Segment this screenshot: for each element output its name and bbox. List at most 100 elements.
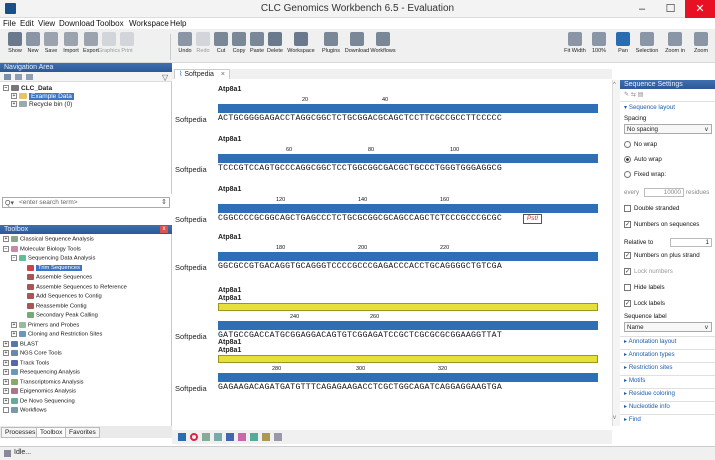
expand-icon[interactable]: + [3, 369, 9, 375]
new-folder-icon[interactable] [4, 74, 11, 80]
print-button[interactable]: Print [114, 31, 140, 61]
toolbox-item-assemble-sequences[interactable]: Assemble Sequences [27, 274, 92, 281]
annotation-bar[interactable] [218, 303, 598, 311]
selection-button[interactable]: Selection [634, 31, 660, 61]
section-find[interactable]: ▸ Find [624, 416, 641, 423]
expand-icon[interactable]: + [3, 388, 9, 394]
menu-download[interactable]: Download [59, 19, 95, 28]
delete-button[interactable]: Delete [262, 31, 288, 61]
tab-softpedia[interactable]: ⌇ Softpedia × [174, 69, 231, 79]
workspace-button[interactable]: Workspace [287, 31, 315, 61]
collapse-icon[interactable]: − [3, 245, 9, 252]
sequence-view[interactable]: Atp8a1 20 40 Softpedia ACTGCGGGGAGACCTAGGCGG… [172, 80, 612, 426]
annotation-label[interactable]: Atp8a1 [218, 234, 241, 241]
fixed-wrap-input[interactable]: 10000 [644, 188, 684, 197]
editor-scrollbar[interactable]: ^ v [612, 80, 620, 426]
minimize-button[interactable]: – [628, 0, 656, 18]
toolbox-item-workflows[interactable]: Workflows [3, 407, 47, 414]
collapse-icon[interactable]: − [3, 85, 9, 92]
100--button[interactable]: 100% [586, 31, 612, 61]
search-input[interactable]: Q▾ <enter search term> ⇕ [2, 197, 170, 208]
section-nucleotide-info[interactable]: ▸ Nucleotide info [624, 403, 670, 410]
checkbox-icon[interactable]: ✓ [624, 300, 631, 307]
checkbox-icon[interactable]: ✓ [624, 252, 631, 259]
menu-help[interactable]: Help [170, 19, 186, 28]
annotation-label[interactable]: Atp8a1 [218, 186, 241, 193]
expand-icon[interactable]: + [3, 236, 9, 242]
radio-icon[interactable] [624, 171, 631, 178]
toolbox-item-molecular-biology-tools[interactable]: − Molecular Biology Tools [3, 245, 81, 252]
sequence-label-select[interactable]: Name v [624, 322, 712, 332]
text-view-icon[interactable] [214, 433, 222, 441]
section-annotation-types[interactable]: ▸ Annotation types [624, 351, 675, 358]
checkbox-hide-labels[interactable]: Hide labels [624, 284, 665, 291]
expand-icon[interactable]: + [11, 331, 17, 337]
checkbox-double-stranded[interactable]: Double stranded [624, 205, 679, 212]
settings-toolbar-icons[interactable]: ✎ ⇆ ▤ [624, 91, 644, 98]
expand-icon[interactable]: + [3, 350, 9, 356]
annotation-label[interactable]: Atp8a1 [218, 86, 241, 93]
toolbox-item-secondary-peak-calling[interactable]: Secondary Peak Calling [27, 312, 98, 319]
expand-icon[interactable]: + [3, 397, 9, 404]
tab-favorites[interactable]: Favorites [65, 427, 100, 438]
section-restriction-sites[interactable]: ▸ Restriction sites [624, 364, 673, 371]
scroll-down-icon[interactable]: v [613, 415, 616, 421]
fit-width-button[interactable]: Fit Width [562, 31, 588, 61]
sequence-residues[interactable]: GGCGCCGTGACAGGTGCAGGGTCCCCGCCCGAGACCCACC… [218, 262, 502, 271]
zoom-button[interactable]: Zoom [688, 31, 714, 61]
circular-view-icon[interactable] [190, 433, 198, 441]
annotation-label[interactable]: Atp8a1 [218, 347, 241, 354]
annotation-label[interactable]: Atp8a1 [218, 287, 241, 294]
checkbox-icon[interactable] [624, 284, 631, 291]
annotation-label[interactable]: Atp8a1 [218, 295, 241, 302]
expand-icon[interactable]: + [3, 359, 9, 366]
toolbox-item-add-sequences-to-contig[interactable]: Add Sequences to Contig [27, 293, 102, 300]
menu-edit[interactable]: Edit [20, 19, 34, 28]
section-motifs[interactable]: ▸ Motifs [624, 377, 645, 384]
radio-icon[interactable] [624, 141, 631, 148]
toolbox-item-de-novo-sequencing[interactable]: + De Novo Sequencing [3, 397, 75, 404]
collapse-icon[interactable]: − [11, 255, 17, 261]
sequence-residues[interactable]: TCCCGTCCAGTGCCCAGGCGGCTCCTGGCGGCGACGCTGC… [218, 164, 502, 173]
section-sequence-layout[interactable]: ▾ Sequence layout [624, 104, 675, 111]
toolbox-item-ngs-core-tools[interactable]: + NGS Core Tools [3, 350, 62, 357]
sequence-view-icon[interactable] [178, 433, 186, 441]
tree-node-example-data[interactable]: + Example Data [11, 93, 74, 100]
checkbox-numbers-on-plus-strand[interactable]: ✓ Numbers on plus strand [624, 252, 700, 259]
table-view-icon[interactable] [202, 433, 210, 441]
sequence-residues[interactable]: ACTGCGGGGAGACCTAGGCGGCTCTGCGGACGCAGCTCCT… [218, 114, 502, 123]
toolbox-item-track-tools[interactable]: + Track Tools [3, 359, 49, 366]
toolbox-item-classical-sequence-analysis[interactable]: + Classical Sequence Analysis [3, 236, 94, 243]
annotation-table-icon[interactable] [226, 433, 234, 441]
toolbox-close-icon[interactable]: x [160, 226, 168, 233]
tree-node-recycle-bin[interactable]: + Recycle bin (0) [11, 101, 72, 108]
close-button[interactable]: ✕ [685, 0, 715, 18]
plugins-button[interactable]: Plugins [318, 31, 344, 61]
toolbox-item-reassemble-contig[interactable]: Reassemble Contig [27, 302, 87, 309]
tree-node-clc-data[interactable]: − CLC_Data [3, 85, 52, 92]
split-view-icon[interactable] [262, 433, 270, 441]
tab-toolbox[interactable]: Toolbox [36, 427, 67, 438]
toolbox-item-epigenomics-analysis[interactable]: + Epigenomics Analysis [3, 388, 76, 395]
expand-icon[interactable]: + [11, 93, 17, 100]
expand-icon[interactable]: + [11, 321, 17, 328]
toolbox-item-trim-sequences[interactable]: Trim Sequences [27, 264, 82, 272]
element-info-icon[interactable] [238, 433, 246, 441]
toolbox-item-transcriptomics-analysis[interactable]: + Transcriptomics Analysis [3, 378, 84, 385]
expand-all-icon[interactable] [15, 74, 22, 80]
scroll-up-icon[interactable]: ^ [613, 82, 616, 88]
checkbox-lock-labels[interactable]: ✓ Lock labels [624, 300, 665, 307]
checkbox-numbers-on-sequences[interactable]: ✓ Numbers on sequences [624, 221, 699, 228]
menu-view[interactable]: View [38, 19, 55, 28]
sequence-residues[interactable]: GAGAAGACAGATGATGTTTCAGAGAAGACCTCGCTGGCAG… [218, 383, 502, 392]
history-icon[interactable] [250, 433, 258, 441]
spacing-select[interactable]: No spacing v [624, 124, 712, 134]
checkbox-icon[interactable]: ✓ [624, 221, 631, 228]
graph-view-icon[interactable] [274, 433, 282, 441]
toolbox-item-cloning-and-restriction-sites[interactable]: + Cloning and Restriction Sites [11, 331, 102, 338]
checkbox-lock-numbers[interactable]: ✓ Lock numbers [624, 268, 673, 275]
expand-icon[interactable]: + [3, 340, 9, 347]
section-residue-coloring[interactable]: ▸ Residue coloring [624, 390, 675, 397]
annotation-label[interactable]: Atp8a1 [218, 339, 241, 346]
toolbox-item-resequencing-analysis[interactable]: + Resequencing Analysis [3, 369, 80, 376]
